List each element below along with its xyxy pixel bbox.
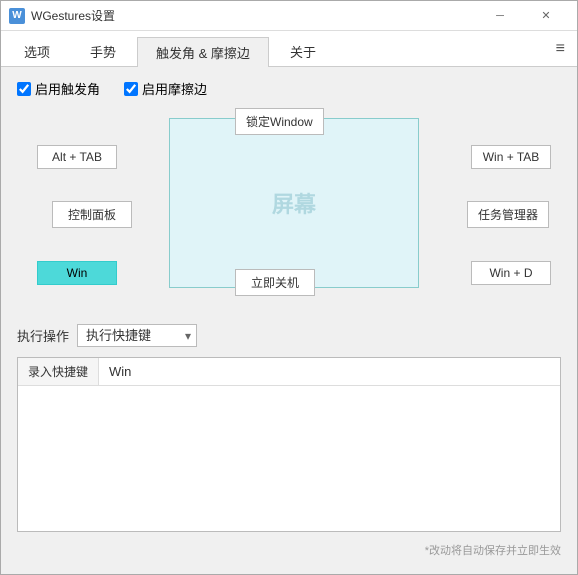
main-window: W WGestures设置 ─ ✕ 选项 手势 触发角 & 摩擦边 关于 ≡ — [0, 0, 578, 575]
close-button[interactable]: ✕ — [523, 1, 569, 31]
content-area: 启用触发角 启用摩擦边 屏幕 Alt + TAB 锁定Window Win + … — [1, 67, 577, 574]
menu-button[interactable]: ≡ — [548, 36, 573, 62]
action-row: 执行操作 执行快捷键 启动程序 打开网址 无操作 — [17, 324, 561, 347]
shortcut-input-label: 录入快捷键 — [18, 358, 99, 385]
trigger-corner-checkbox[interactable]: 启用触发角 — [17, 79, 100, 98]
btn-mid-left[interactable]: 控制面板 — [52, 201, 132, 228]
btn-mid-right[interactable]: 任务管理器 — [467, 201, 549, 228]
btn-bottom-left[interactable]: Win — [37, 261, 117, 285]
footer-note: *改动将自动保存并立即生效 — [17, 542, 561, 562]
app-icon: W — [9, 8, 25, 24]
shortcut-value[interactable]: Win — [99, 359, 560, 384]
tab-options[interactable]: 选项 — [5, 36, 69, 66]
title-bar-left: W WGestures设置 — [9, 7, 115, 24]
window-title: WGestures设置 — [31, 7, 115, 24]
hotcorner-area: 屏幕 Alt + TAB 锁定Window Win + TAB 控制面板 任务管… — [17, 108, 561, 308]
btn-bottom-right[interactable]: Win + D — [471, 261, 551, 285]
shortcut-input-row: 录入快捷键 Win — [18, 358, 560, 386]
minimize-button[interactable]: ─ — [477, 1, 523, 31]
friction-edge-input[interactable] — [124, 82, 138, 96]
btn-top-right[interactable]: Win + TAB — [471, 145, 551, 169]
title-bar: W WGestures设置 ─ ✕ — [1, 1, 577, 31]
tab-gestures[interactable]: 手势 — [71, 36, 135, 66]
action-select-wrapper: 执行快捷键 启动程序 打开网址 无操作 — [77, 324, 197, 347]
action-select[interactable]: 执行快捷键 启动程序 打开网址 无操作 — [77, 324, 197, 347]
trigger-corner-input[interactable] — [17, 82, 31, 96]
screen-rect — [169, 118, 419, 288]
shortcut-box: 录入快捷键 Win — [17, 357, 561, 532]
action-label: 执行操作 — [17, 326, 69, 345]
checkboxes-row: 启用触发角 启用摩擦边 — [17, 79, 561, 98]
tab-hotcorner[interactable]: 触发角 & 摩擦边 — [137, 37, 269, 67]
friction-edge-checkbox[interactable]: 启用摩擦边 — [124, 79, 207, 98]
btn-top-left[interactable]: Alt + TAB — [37, 145, 117, 169]
title-controls: ─ ✕ — [477, 1, 569, 31]
btn-bottom-center[interactable]: 立即关机 — [235, 269, 315, 296]
btn-top-center[interactable]: 锁定Window — [235, 108, 324, 135]
tab-about[interactable]: 关于 — [271, 36, 335, 66]
tabs-bar: 选项 手势 触发角 & 摩擦边 关于 ≡ — [1, 31, 577, 67]
